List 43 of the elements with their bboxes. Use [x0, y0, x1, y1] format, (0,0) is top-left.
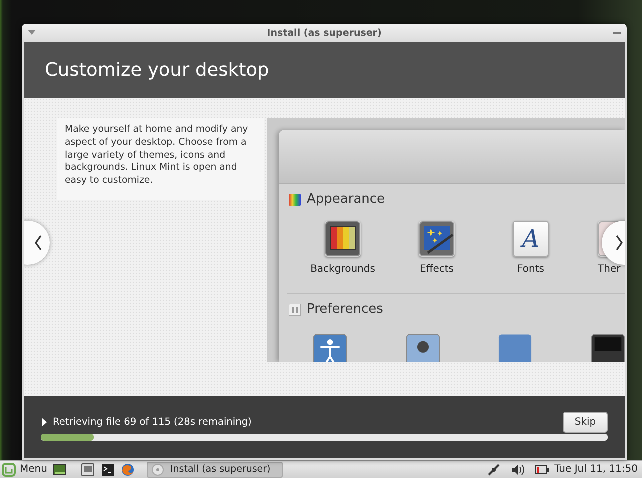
minimize-icon [613, 31, 621, 35]
battery-icon [534, 464, 549, 474]
settings-item-label[interactable]: Ther [598, 264, 621, 275]
menu-button[interactable]: Menu [2, 462, 48, 478]
volume-icon [510, 464, 525, 476]
chevron-right-icon [616, 235, 624, 251]
settings-item-label[interactable]: Effects [420, 264, 454, 275]
account-icon [406, 333, 440, 362]
window-button[interactable]: Install (as superuser) [147, 462, 284, 478]
slide-description: Make yourself at home and modify any aspect of your desktop. Choose from a large variety of themes, icons and backgrounds. Linux Mint is open and easy to customize. [57, 118, 264, 200]
mint-logo-icon [2, 462, 16, 476]
terminal-icon [101, 462, 116, 476]
section-heading: Preferences [307, 302, 384, 317]
font-icon: A [513, 221, 549, 257]
network-icon [486, 462, 501, 476]
tile-icon [498, 333, 532, 362]
screen-icon [590, 333, 625, 362]
color-stripes-icon [325, 221, 361, 257]
browser-icon [121, 462, 136, 476]
progress-status: Retrieving file 69 of 115 (28s remaining) [53, 417, 252, 428]
preferences-icon [289, 304, 301, 316]
section-heading: Appearance [307, 192, 386, 207]
window-title: Install (as superuser) [266, 28, 383, 38]
disc-icon [152, 464, 164, 476]
show-desktop-icon [53, 462, 68, 476]
clock: Tue Jul 11, 11:50 [554, 464, 638, 475]
expander-button[interactable] [41, 418, 48, 427]
settings-item-label[interactable]: Backgrounds [310, 264, 376, 275]
expander-arrow-icon [41, 418, 48, 427]
show-desktop-launcher[interactable] [53, 462, 68, 478]
color-square-icon [289, 194, 301, 206]
chevron-left-icon [34, 235, 42, 251]
computer-icon [81, 462, 96, 476]
menu-triangle-icon [28, 30, 36, 36]
skip-button[interactable]: Skip [563, 412, 608, 433]
computer-launcher[interactable] [81, 462, 96, 478]
accessibility-icon [313, 333, 348, 362]
settings-item-label[interactable]: Fonts [518, 264, 544, 275]
browser-launcher[interactable] [121, 462, 136, 478]
page-title: Customize your desktop [45, 60, 270, 80]
sparkle-wand-icon [419, 221, 455, 257]
minimize-button[interactable] [613, 31, 621, 35]
terminal-launcher[interactable] [101, 462, 116, 478]
